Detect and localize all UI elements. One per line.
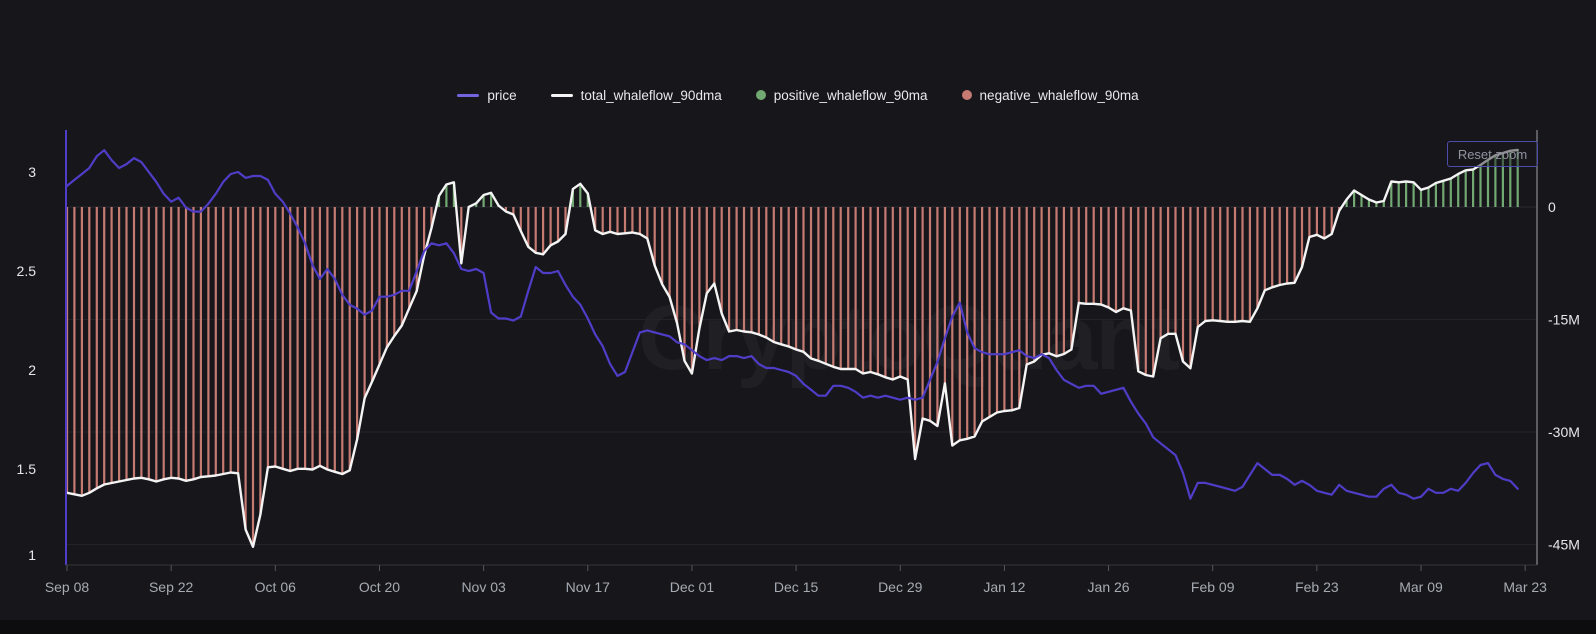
chart-legend: price total_whaleflow_90dma positive_wha… [0, 84, 1596, 106]
y-axis-right-label: -45M [1548, 537, 1580, 553]
x-axis-label: Mar 09 [1399, 579, 1443, 595]
legend-label-total-whaleflow: total_whaleflow_90dma [580, 87, 722, 103]
total-whaleflow-line [65, 148, 1519, 548]
x-axis-label: Nov 03 [461, 579, 506, 595]
x-axis-label: Oct 20 [359, 579, 400, 595]
x-axis-label: Sep 22 [149, 579, 194, 595]
legend-item-price[interactable]: price [457, 87, 517, 103]
y-axis-left-label: 2 [28, 362, 36, 378]
y-axis-left-label: 2.5 [17, 263, 37, 279]
y-axis-right-label: -15M [1548, 312, 1580, 328]
legend-item-negative-whaleflow[interactable]: negative_whaleflow_90ma [961, 87, 1139, 103]
price-line [65, 149, 1519, 500]
x-axis-label: Jan 26 [1088, 579, 1130, 595]
reset-zoom-button[interactable]: Reset zoom [1447, 141, 1538, 167]
y-axis-left-label: 1 [28, 547, 36, 563]
positive-whaleflow-dot-swatch [755, 90, 766, 100]
x-axis-label: Dec 15 [774, 579, 819, 595]
x-axis-label: Dec 29 [878, 579, 923, 595]
x-axis-label: Nov 17 [566, 579, 611, 595]
x-axis-label: Dec 01 [670, 579, 715, 595]
x-axis-label: Feb 23 [1295, 579, 1339, 595]
y-axis-right-label: -30M [1548, 424, 1580, 440]
bottom-strip [0, 620, 1596, 634]
x-axis-label: Sep 08 [45, 579, 90, 595]
legend-item-positive-whaleflow[interactable]: positive_whaleflow_90ma [755, 87, 928, 103]
y-axis-left-label: 1.5 [17, 461, 37, 477]
x-axis-label: Mar 23 [1503, 579, 1547, 595]
x-axis-label: Jan 12 [983, 579, 1025, 595]
x-axis-label: Oct 06 [255, 579, 296, 595]
legend-label-negative-whaleflow: negative_whaleflow_90ma [979, 87, 1139, 103]
price-line-swatch [457, 93, 480, 97]
legend-label-positive-whaleflow: positive_whaleflow_90ma [773, 87, 928, 103]
y-axis-right-label: 0 [1548, 199, 1556, 215]
legend-label-price: price [487, 87, 517, 103]
legend-item-total-whaleflow[interactable]: total_whaleflow_90dma [550, 87, 722, 103]
x-axis-label: Feb 09 [1191, 579, 1235, 595]
total-whaleflow-line-swatch [550, 93, 573, 97]
chart-panel: CryptoQuant Sep 08Sep 22Oct 06Oct 20Nov … [0, 0, 1596, 634]
y-axis-left-label: 3 [28, 164, 36, 180]
negative-whaleflow-dot-swatch [961, 90, 972, 100]
